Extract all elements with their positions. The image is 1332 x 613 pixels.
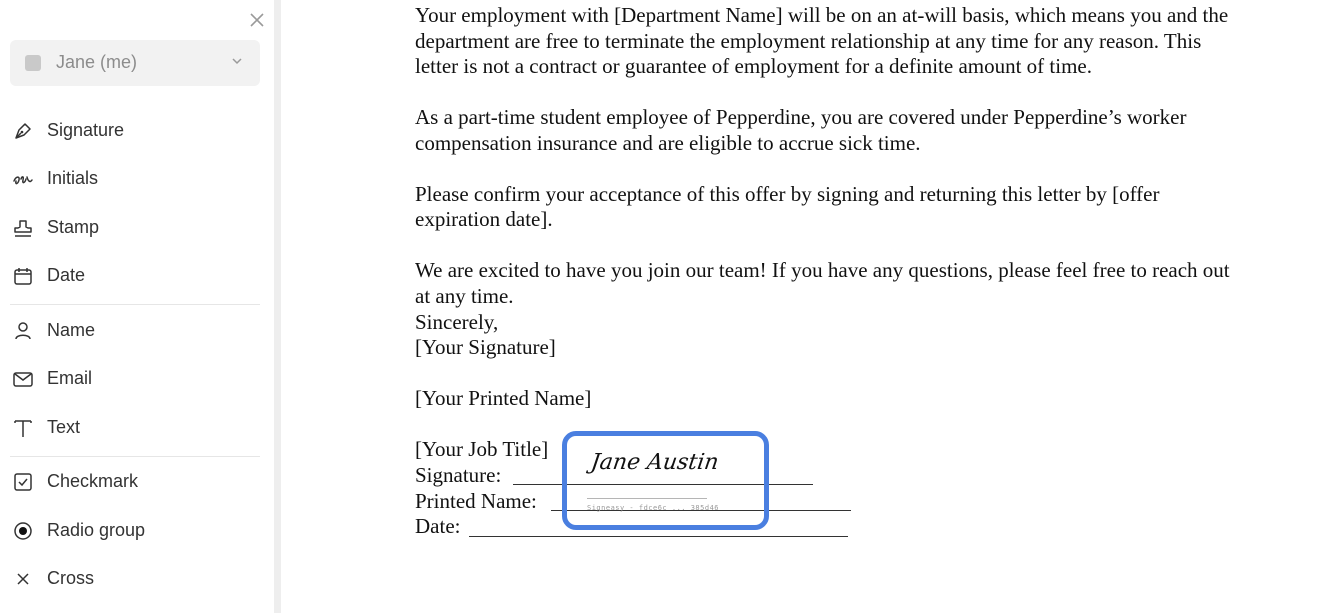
initials-icon <box>13 176 33 185</box>
doc-line: [Your Signature] <box>415 335 556 359</box>
sidebar-divider <box>274 0 281 613</box>
signature-label: Signature: <box>415 463 502 487</box>
cross-icon <box>17 573 29 585</box>
doc-line: We are excited to have you join our team… <box>415 258 1230 282</box>
doc-line: letter is not a contract or guarantee of… <box>415 54 1093 78</box>
field-item-name[interactable]: Name <box>0 311 274 351</box>
calendar-icon <box>14 268 32 285</box>
printed-name-label: Printed Name: <box>415 489 537 513</box>
signer-select[interactable]: Jane (me) <box>10 40 260 86</box>
field-item-initials[interactable]: Initials <box>0 159 274 199</box>
doc-line: Please confirm your acceptance of this o… <box>415 182 1160 206</box>
checkbox-icon <box>14 473 32 491</box>
person-icon <box>15 322 31 340</box>
doc-line: As a part-time student employee of Peppe… <box>415 105 1187 129</box>
signed-signature: Jane Austin <box>589 450 721 475</box>
field-item-label: Cross <box>47 568 95 588</box>
signer-color-swatch <box>25 55 41 71</box>
field-item-label: Radio group <box>47 520 146 540</box>
group-divider <box>10 304 260 305</box>
field-item-signature[interactable]: Signature <box>0 111 274 151</box>
pen-nib-icon <box>15 123 31 139</box>
doc-line: Your employment with [Department Name] w… <box>415 3 1229 27</box>
field-item-label: Stamp <box>47 217 100 237</box>
doc-line: [Your Printed Name] <box>415 386 592 410</box>
date-blank-line <box>469 536 848 537</box>
date-label: Date: <box>415 514 461 538</box>
doc-line: Sincerely, <box>415 310 499 334</box>
field-item-label: Date <box>47 265 86 285</box>
doc-line: at any time. <box>415 284 514 308</box>
field-item-label: Checkmark <box>47 471 139 491</box>
doc-line: compensation insurance and are eligible … <box>415 131 921 155</box>
field-item-label: Email <box>47 368 93 388</box>
field-sidebar: Jane (me) Signature Initials Stamp Date <box>0 0 274 613</box>
field-item-radio-group[interactable]: Radio group <box>0 511 274 551</box>
stamp-icon <box>14 220 32 237</box>
doc-line: expiration date]. <box>415 207 553 231</box>
doc-line: department are free to terminate the emp… <box>415 29 1202 53</box>
field-item-email[interactable]: Email <box>0 359 274 399</box>
field-item-text[interactable]: Text <box>0 408 274 448</box>
field-item-stamp[interactable]: Stamp <box>0 208 274 248</box>
field-item-label: Name <box>47 320 96 340</box>
field-item-cross[interactable]: Cross <box>0 559 274 599</box>
field-item-label: Text <box>47 417 81 437</box>
field-item-checkmark[interactable]: Checkmark <box>0 462 274 502</box>
signature-field[interactable]: Jane Austin Signeasy - fdce6c ... 385d46 <box>562 431 769 530</box>
radio-icon <box>14 522 32 540</box>
signature-underline <box>587 498 707 499</box>
chevron-down-icon <box>232 58 242 65</box>
text-icon <box>14 420 32 437</box>
doc-line: [Your Job Title] <box>415 437 549 461</box>
field-item-label: Initials <box>47 168 99 188</box>
signer-label: Jane (me) <box>56 52 138 72</box>
field-item-label: Signature <box>47 120 125 140</box>
close-icon[interactable] <box>247 12 267 32</box>
envelope-icon <box>13 372 33 387</box>
signature-id: Signeasy - fdce6c ... 385d46 <box>587 504 720 512</box>
field-item-date[interactable]: Date <box>0 256 274 296</box>
group-divider <box>10 456 260 457</box>
